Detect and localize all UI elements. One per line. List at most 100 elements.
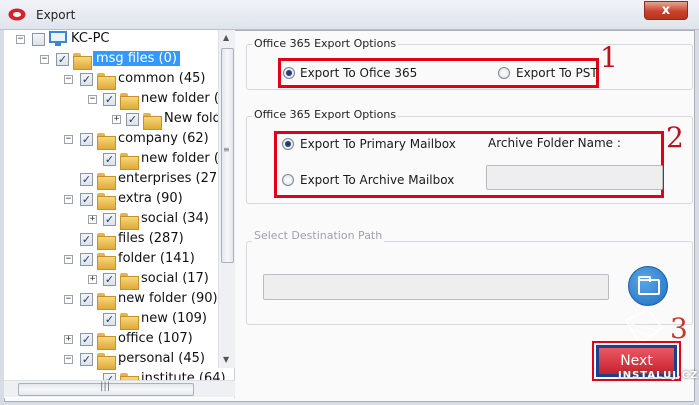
- tree-checkbox[interactable]: ✓: [80, 333, 93, 346]
- expand-toggle-icon[interactable]: −: [16, 35, 25, 44]
- label-archive-mailbox[interactable]: Export To Archive Mailbox: [300, 173, 454, 187]
- label-export-office365[interactable]: Export To Ofice 365: [300, 66, 417, 80]
- tree-item-label: folder (141): [118, 251, 195, 266]
- expand-toggle-icon[interactable]: +: [112, 115, 121, 124]
- scroll-up-icon[interactable]: ▲: [223, 33, 229, 42]
- tree-checkbox[interactable]: ✓: [80, 293, 93, 306]
- tree-checkbox[interactable]: ✓: [80, 193, 93, 206]
- label-export-pst[interactable]: Export To PST: [516, 66, 598, 80]
- tree-checkbox[interactable]: ✓: [126, 113, 139, 126]
- expand-toggle-icon[interactable]: −: [64, 355, 73, 364]
- export-type-group-title: Office 365 Export Options: [252, 37, 399, 50]
- expand-toggle-icon[interactable]: −: [64, 295, 73, 304]
- tree-checkbox[interactable]: ✓: [103, 273, 116, 286]
- expand-toggle-icon[interactable]: −: [64, 135, 73, 144]
- folder-icon: [143, 113, 162, 130]
- tree-item-label: new folder (90): [118, 291, 218, 306]
- tree-checkbox[interactable]: ✓: [103, 213, 116, 226]
- folder-icon: [120, 213, 139, 230]
- folder-icon: [120, 153, 139, 170]
- archive-folder-name-input[interactable]: [486, 165, 663, 190]
- tree-item-msg-files[interactable]: − ✓ msg files (0): [4, 50, 234, 70]
- tree-item-personal[interactable]: − ✓ personal (45): [4, 350, 234, 370]
- tree-checkbox[interactable]: ✓: [80, 133, 93, 146]
- tree-checkbox[interactable]: ✓: [80, 73, 93, 86]
- expand-toggle-icon[interactable]: +: [88, 275, 97, 284]
- tree-item-new[interactable]: ✓ new (109): [4, 310, 234, 330]
- tree-item-label: social (34): [141, 211, 209, 226]
- scroll-down-icon[interactable]: ▼: [223, 355, 229, 364]
- expand-toggle-icon[interactable]: −: [40, 55, 49, 64]
- tree-item-folder[interactable]: − ✓ folder (141): [4, 250, 234, 270]
- folder-open-icon: [638, 276, 660, 295]
- radio-export-office365[interactable]: [283, 67, 295, 79]
- radio-archive-mailbox[interactable]: [282, 174, 294, 186]
- tree-item-new-folder[interactable]: − ✓ new folder (90): [4, 290, 234, 310]
- window-title: Export: [36, 8, 76, 22]
- mailbox-group-title: Office 365 Export Options: [252, 108, 399, 121]
- scroll-thumb[interactable]: [221, 48, 234, 263]
- annotation-number-3: 3: [670, 312, 688, 345]
- radio-primary-mailbox[interactable]: [282, 138, 294, 150]
- tree-checkbox[interactable]: ✓: [80, 173, 93, 186]
- radio-export-pst[interactable]: [498, 67, 510, 79]
- tree-item-extra[interactable]: − ✓ extra (90): [4, 190, 234, 210]
- expand-toggle-icon[interactable]: −: [64, 255, 73, 264]
- tree-item-label: common (45): [118, 71, 206, 86]
- computer-icon: [49, 31, 67, 47]
- app-logo-icon: [8, 8, 26, 21]
- folder-icon: [97, 233, 116, 250]
- folder-icon: [97, 173, 116, 190]
- label-primary-mailbox[interactable]: Export To Primary Mailbox: [300, 137, 456, 151]
- folder-icon: [97, 133, 116, 150]
- tree-checkbox[interactable]: ✓: [103, 93, 116, 106]
- close-button[interactable]: x: [644, 1, 688, 20]
- folder-icon: [97, 73, 116, 90]
- tree-checkbox[interactable]: ✓: [103, 153, 116, 166]
- tree-checkbox[interactable]: ✓: [56, 53, 69, 66]
- tree-item-new-folder[interactable]: − ✓ new folder (45: [4, 90, 234, 110]
- tree-vertical-scrollbar[interactable]: ▲ ≡ ▼: [218, 30, 235, 368]
- destination-path-input[interactable]: [263, 274, 609, 300]
- tree-checkbox[interactable]: ✓: [80, 353, 93, 366]
- tree-item-label: new (109): [141, 311, 207, 326]
- scroll-grip-icon: ≡: [223, 145, 230, 154]
- tree-item-label: enterprises (270): [118, 171, 231, 186]
- folder-icon: [97, 333, 116, 350]
- expand-toggle-icon[interactable]: −: [64, 195, 73, 204]
- tree-item-label: company (62): [118, 131, 209, 146]
- archive-folder-name-label: Archive Folder Name :: [488, 136, 621, 150]
- tree-item-label: office (107): [118, 331, 193, 346]
- tree-checkbox[interactable]: ✓: [103, 313, 116, 326]
- tree-item-files[interactable]: ✓ files (287): [4, 230, 234, 250]
- tree-item-social[interactable]: + ✓ social (34): [4, 210, 234, 230]
- tree-checkbox[interactable]: [32, 33, 45, 46]
- tree-checkbox[interactable]: ✓: [80, 253, 93, 266]
- expand-toggle-icon[interactable]: −: [64, 75, 73, 84]
- tree-item-enterprises[interactable]: ✓ enterprises (270): [4, 170, 234, 190]
- folder-icon: [97, 293, 116, 310]
- destination-group-title: Select Destination Path: [252, 229, 385, 242]
- tree-item-office[interactable]: + ✓ office (107): [4, 330, 234, 350]
- tree-item-common[interactable]: − ✓ common (45): [4, 70, 234, 90]
- annotation-number-2: 2: [666, 121, 684, 154]
- tree-root-label: KC-PC: [71, 31, 110, 46]
- tree-checkbox[interactable]: ✓: [80, 233, 93, 246]
- expand-toggle-icon[interactable]: +: [64, 335, 73, 344]
- tree-horizontal-scrollbar[interactable]: |||: [4, 380, 235, 397]
- tree-root[interactable]: − KC-PC: [4, 30, 234, 50]
- browse-folder-button[interactable]: [628, 266, 668, 306]
- tree-item-company[interactable]: − ✓ company (62): [4, 130, 234, 150]
- expand-toggle-icon[interactable]: +: [88, 215, 97, 224]
- tree-item-social[interactable]: + ✓ social (17): [4, 270, 234, 290]
- annotation-number-1: 1: [600, 41, 618, 74]
- tree-item-label: files (287): [118, 231, 184, 246]
- scroll-grip-icon: |||: [100, 381, 111, 392]
- folder-icon: [97, 353, 116, 370]
- watermark-text: INSTALUJ.CZ: [618, 370, 699, 381]
- folder-icon: [97, 193, 116, 210]
- tree-item-new-folder-nested[interactable]: + ✓ New folde: [4, 110, 234, 130]
- tree-item-new-folder[interactable]: ✓ new folder (45: [4, 150, 234, 170]
- folder-tree[interactable]: − KC-PC − ✓ msg files (0) − ✓ common (45…: [4, 30, 235, 398]
- expand-toggle-icon[interactable]: −: [88, 95, 97, 104]
